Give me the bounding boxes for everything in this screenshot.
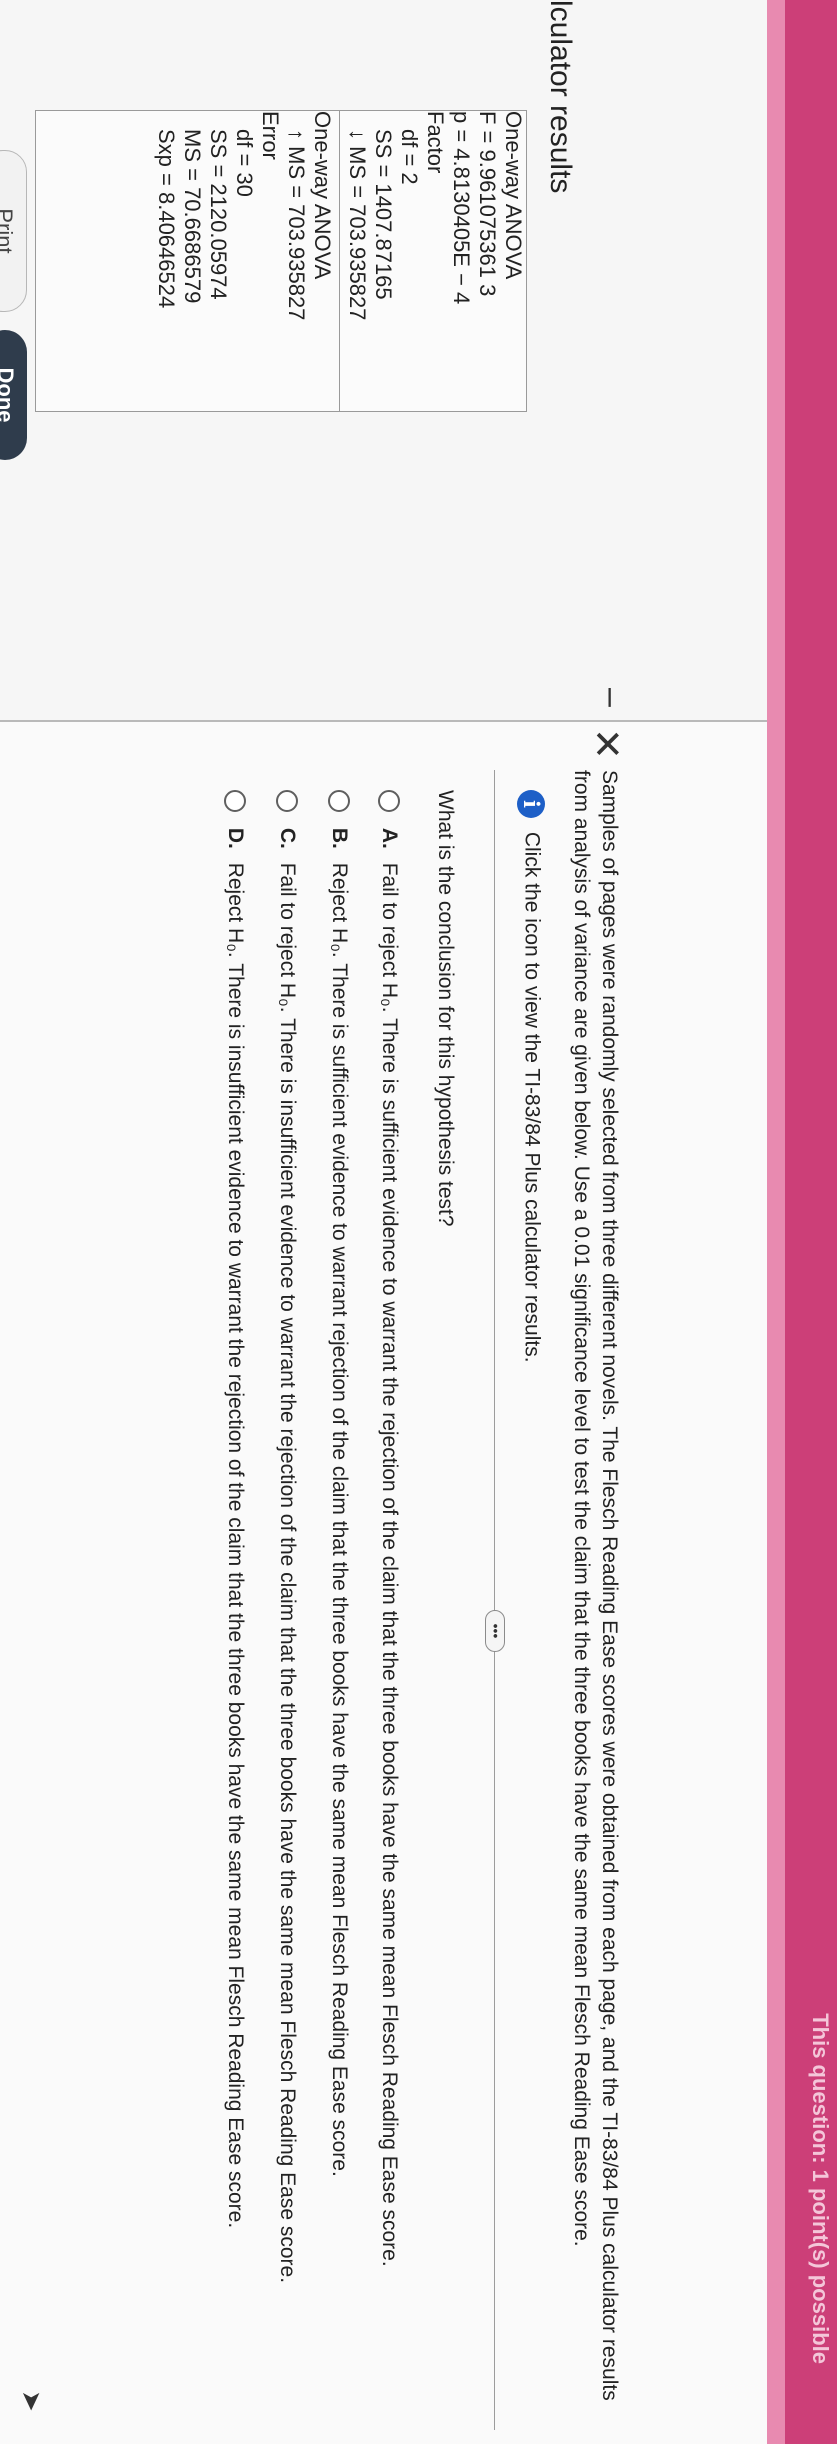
calc-divider	[339, 110, 340, 412]
section-divider	[494, 770, 495, 2430]
calc-line: ↑ MS = 703.935827	[284, 129, 309, 321]
calc-line: df = 30	[232, 129, 257, 197]
calc-line: SS = 2120.05974	[206, 129, 231, 300]
header-bar-text: This question: 1 point(s) possible	[808, 2013, 833, 2364]
option-text: Reject H₀. There is insufficient evidenc…	[224, 862, 247, 2229]
radio-button[interactable]	[275, 790, 298, 812]
done-button[interactable]: Done	[0, 330, 27, 460]
header-bar: This question: 1 point(s) possible	[785, 0, 837, 2444]
question-intro: Samples of pages were randomly selected …	[570, 770, 621, 2401]
close-icon[interactable]: ✕	[584, 728, 629, 760]
print-button[interactable]: Print	[0, 150, 27, 312]
option-text: Reject H₀. There is sufficient evidence …	[328, 862, 351, 2177]
calc-line: ↓ MS = 703.935827	[345, 129, 370, 321]
page: This question: 1 point(s) possible lcula…	[0, 0, 837, 2444]
calc-line: p = 4.8130405E − 4	[449, 111, 474, 305]
more-button[interactable]: •••	[485, 1610, 505, 1652]
question-prompt: What is the conclusion for this hypothes…	[434, 790, 457, 1227]
question-panel: – ✕ Samples of pages were randomly selec…	[0, 688, 767, 2430]
option-letter: D.	[224, 827, 247, 849]
calc-line: df = 2	[397, 129, 422, 185]
calculator-output-box: One-way ANOVA F = 9.961075361 3 p = 4.81…	[35, 110, 527, 412]
info-icon[interactable]: i	[517, 790, 545, 818]
option-letter: B.	[328, 827, 351, 849]
radio-button[interactable]	[377, 790, 400, 812]
mouse-cursor-icon: ➤	[17, 2390, 47, 2412]
option-text: Fail to reject H₀. There is sufficient e…	[378, 862, 401, 2267]
header-edge	[767, 0, 785, 2444]
radio-button[interactable]	[327, 790, 350, 812]
dialog-title: lculator results	[544, 0, 577, 194]
calc-line: One-way ANOVA	[310, 111, 335, 280]
calculator-results-dialog: lculator results One-way ANOVA F = 9.961…	[0, 0, 767, 722]
calc-line: One-way ANOVA	[501, 111, 526, 280]
calc-line: Factor	[423, 111, 448, 174]
info-text: Click the icon to view the TI-83/84 Plus…	[520, 831, 544, 1363]
info-row: i Click the icon to view the TI-83/84 Pl…	[517, 790, 545, 1363]
option-text: Fail to reject H₀. There is insufficient…	[276, 862, 299, 2284]
option-a[interactable]: A. Fail to reject H₀. There is sufficien…	[377, 790, 401, 2267]
option-letter: C.	[276, 827, 299, 849]
option-b[interactable]: B. Reject H₀. There is sufficient eviden…	[327, 790, 351, 2177]
option-c[interactable]: C. Fail to reject H₀. There is insuffici…	[275, 790, 299, 2283]
calc-line: F = 9.961075361 3	[475, 111, 500, 297]
calc-line: Error	[258, 111, 283, 160]
calc-line: Sxp = 8.40646524	[154, 129, 179, 309]
option-d[interactable]: D. Reject H₀. There is insufficient evid…	[223, 790, 247, 2228]
radio-button[interactable]	[223, 790, 246, 812]
calc-line: MS = 70.6686579	[180, 129, 205, 304]
minimize-icon[interactable]: –	[592, 688, 631, 707]
option-letter: A.	[378, 827, 401, 849]
calc-line: SS = 1407.87165	[371, 129, 396, 300]
